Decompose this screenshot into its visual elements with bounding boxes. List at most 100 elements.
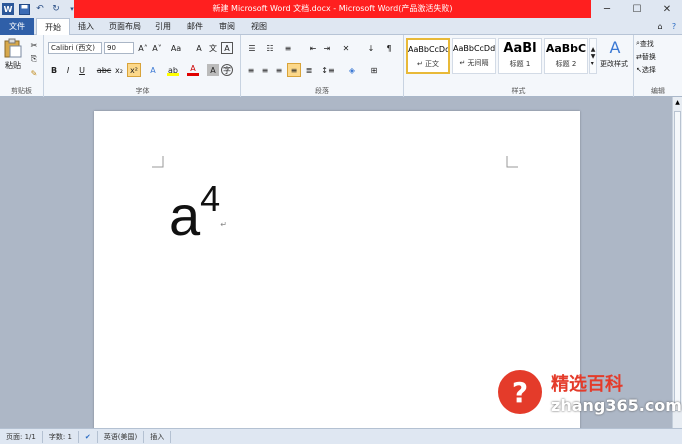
word-count[interactable]: 字数: 1: [43, 430, 79, 443]
styles-label: 样式: [511, 87, 526, 95]
svg-text:?: ?: [512, 376, 528, 409]
help-icon[interactable]: ?: [668, 18, 680, 35]
style-normal[interactable]: AaBbCcDd ↵ 正文: [406, 38, 450, 74]
change-styles-icon[interactable]: A: [600, 37, 630, 57]
font-label: 字体: [135, 87, 150, 95]
font-group: Calibri (西文) 90 A˄ A˅ Aa A 文 A B I U abc…: [45, 35, 241, 97]
change-case-icon[interactable]: Aa: [169, 42, 183, 54]
line-spacing-icon[interactable]: ↕≡: [321, 64, 335, 76]
tab-insert[interactable]: 插入: [72, 18, 100, 35]
language[interactable]: 英语(美国): [98, 430, 145, 443]
style-heading-1[interactable]: AaBl 标题 1: [498, 38, 542, 74]
ribbon-tabs: 文件 开始 插入 页面布局 引用 邮件 审阅 视图 ⌂ ?: [0, 18, 682, 36]
tab-review[interactable]: 审阅: [214, 18, 240, 35]
style-heading-2-preview: AaBbC: [545, 42, 587, 55]
superscript-char: 4: [200, 178, 221, 219]
character-shading-icon[interactable]: A: [207, 64, 219, 76]
format-painter-icon[interactable]: ✎: [28, 67, 40, 79]
tab-view[interactable]: 视图: [246, 18, 272, 35]
phonetic-guide-icon[interactable]: 文: [207, 42, 219, 54]
save-icon[interactable]: [18, 3, 30, 15]
word-logo-icon: W: [2, 3, 14, 15]
copy-icon[interactable]: ⎘: [28, 53, 40, 65]
chinese-layout-icon[interactable]: ✕: [339, 42, 353, 54]
status-bar: 页面: 1/1 字数: 1 ✔ 英语(美国) 插入: [0, 428, 682, 444]
style-no-spacing-preview: AaBbCcDd: [453, 44, 495, 53]
style-heading-2[interactable]: AaBbC 标题 2: [544, 38, 588, 74]
styles-scroll[interactable]: ▲ ▼ ▾: [589, 38, 597, 74]
paste-icon[interactable]: [3, 38, 23, 58]
select-label: 选择: [641, 65, 656, 74]
crop-mark-top-right: [506, 156, 518, 168]
tab-file[interactable]: 文件: [0, 18, 34, 35]
font-size-combo[interactable]: 90: [104, 42, 134, 54]
scroll-up-icon[interactable]: ▲: [674, 99, 681, 107]
undo-icon[interactable]: ↶: [34, 3, 46, 15]
italic-icon[interactable]: I: [62, 64, 74, 76]
replace-button[interactable]: ⇄ 替换: [636, 51, 680, 62]
proofing-icon[interactable]: ✔: [79, 430, 98, 443]
paragraph-mark: ↵: [220, 220, 227, 229]
tab-references[interactable]: 引用: [150, 18, 176, 35]
ribbon: 粘贴 ✂ ⎘ ✎ 剪贴板 Calibri (西文) 90 A˄ A˅ Aa A …: [0, 35, 682, 97]
minimize-ribbon-icon[interactable]: ⌂: [654, 18, 666, 35]
font-name-combo[interactable]: Calibri (西文): [48, 42, 102, 54]
numbering-icon[interactable]: ☷: [263, 42, 277, 54]
find-label: 查找: [639, 39, 654, 48]
borders-icon[interactable]: ⊞: [367, 64, 381, 76]
grow-font-icon[interactable]: A˄: [137, 42, 149, 54]
style-no-spacing[interactable]: AaBbCcDd ↵ 无间隔: [452, 38, 496, 74]
align-left-icon[interactable]: ≡: [245, 64, 257, 76]
increase-indent-icon[interactable]: ⇥: [321, 42, 333, 54]
watermark-url: zhang365.com: [551, 396, 682, 415]
multilevel-list-icon[interactable]: ≡: [281, 42, 295, 54]
strikethrough-icon[interactable]: abc: [97, 64, 111, 76]
character-border-icon[interactable]: A: [221, 42, 233, 54]
highlight-icon[interactable]: ab: [167, 64, 179, 76]
align-right-icon[interactable]: ≡: [273, 64, 285, 76]
text-effects-icon[interactable]: A: [147, 64, 159, 76]
find-button[interactable]: ⌕ 查找: [636, 38, 680, 49]
clear-formatting-icon[interactable]: A: [193, 42, 205, 54]
align-center-icon[interactable]: ≡: [259, 64, 271, 76]
document-text[interactable]: a4↵: [169, 178, 227, 247]
style-heading-2-name: 标题 2: [555, 60, 577, 68]
underline-icon[interactable]: U: [76, 64, 88, 76]
style-heading-1-preview: AaBl: [503, 41, 537, 56]
superscript-icon[interactable]: x²: [127, 63, 141, 77]
minimize-button[interactable]: ─: [592, 0, 622, 18]
window-title: 新建 Microsoft Word 文档.docx - Microsoft Wo…: [74, 0, 591, 18]
select-button[interactable]: ↖ 选择: [636, 64, 680, 75]
enclose-characters-icon[interactable]: 字: [221, 64, 233, 76]
tab-mailings[interactable]: 邮件: [182, 18, 208, 35]
watermark-logo: ? 精选百科 zhang365.com: [495, 362, 682, 422]
redo-icon[interactable]: ↻: [50, 3, 62, 15]
paste-button[interactable]: 粘贴: [2, 60, 24, 70]
cut-icon[interactable]: ✂: [28, 39, 40, 51]
tab-page-layout[interactable]: 页面布局: [104, 18, 146, 35]
close-button[interactable]: ✕: [652, 0, 682, 18]
bold-icon[interactable]: B: [48, 64, 60, 76]
question-mark-icon: ?: [498, 370, 542, 414]
shading-icon[interactable]: ◈: [345, 64, 359, 76]
shrink-font-icon[interactable]: A˅: [151, 42, 163, 54]
show-marks-icon[interactable]: ¶: [383, 42, 395, 54]
decrease-indent-icon[interactable]: ⇤: [307, 42, 319, 54]
page-count[interactable]: 页面: 1/1: [0, 430, 43, 443]
change-styles-button[interactable]: 更改样式: [597, 59, 631, 69]
base-char: a: [169, 184, 201, 247]
quick-access-toolbar: W ↶ ↻ ▾: [2, 2, 78, 16]
font-color-icon[interactable]: A: [187, 64, 199, 76]
editing-label: 编辑: [651, 87, 665, 95]
justify-icon[interactable]: ≡: [287, 63, 301, 77]
distributed-icon[interactable]: ≣: [303, 64, 315, 76]
tab-home[interactable]: 开始: [36, 18, 70, 36]
clipboard-label: 剪贴板: [11, 87, 32, 95]
bullets-icon[interactable]: ☰: [245, 42, 259, 54]
insert-mode[interactable]: 插入: [144, 430, 172, 443]
subscript-icon[interactable]: x₂: [113, 64, 125, 76]
maximize-button[interactable]: ☐: [622, 0, 652, 18]
style-normal-name: ↵ 正文: [416, 60, 440, 68]
watermark-brand: 精选百科: [551, 374, 623, 395]
sort-icon[interactable]: ↓: [365, 42, 377, 54]
